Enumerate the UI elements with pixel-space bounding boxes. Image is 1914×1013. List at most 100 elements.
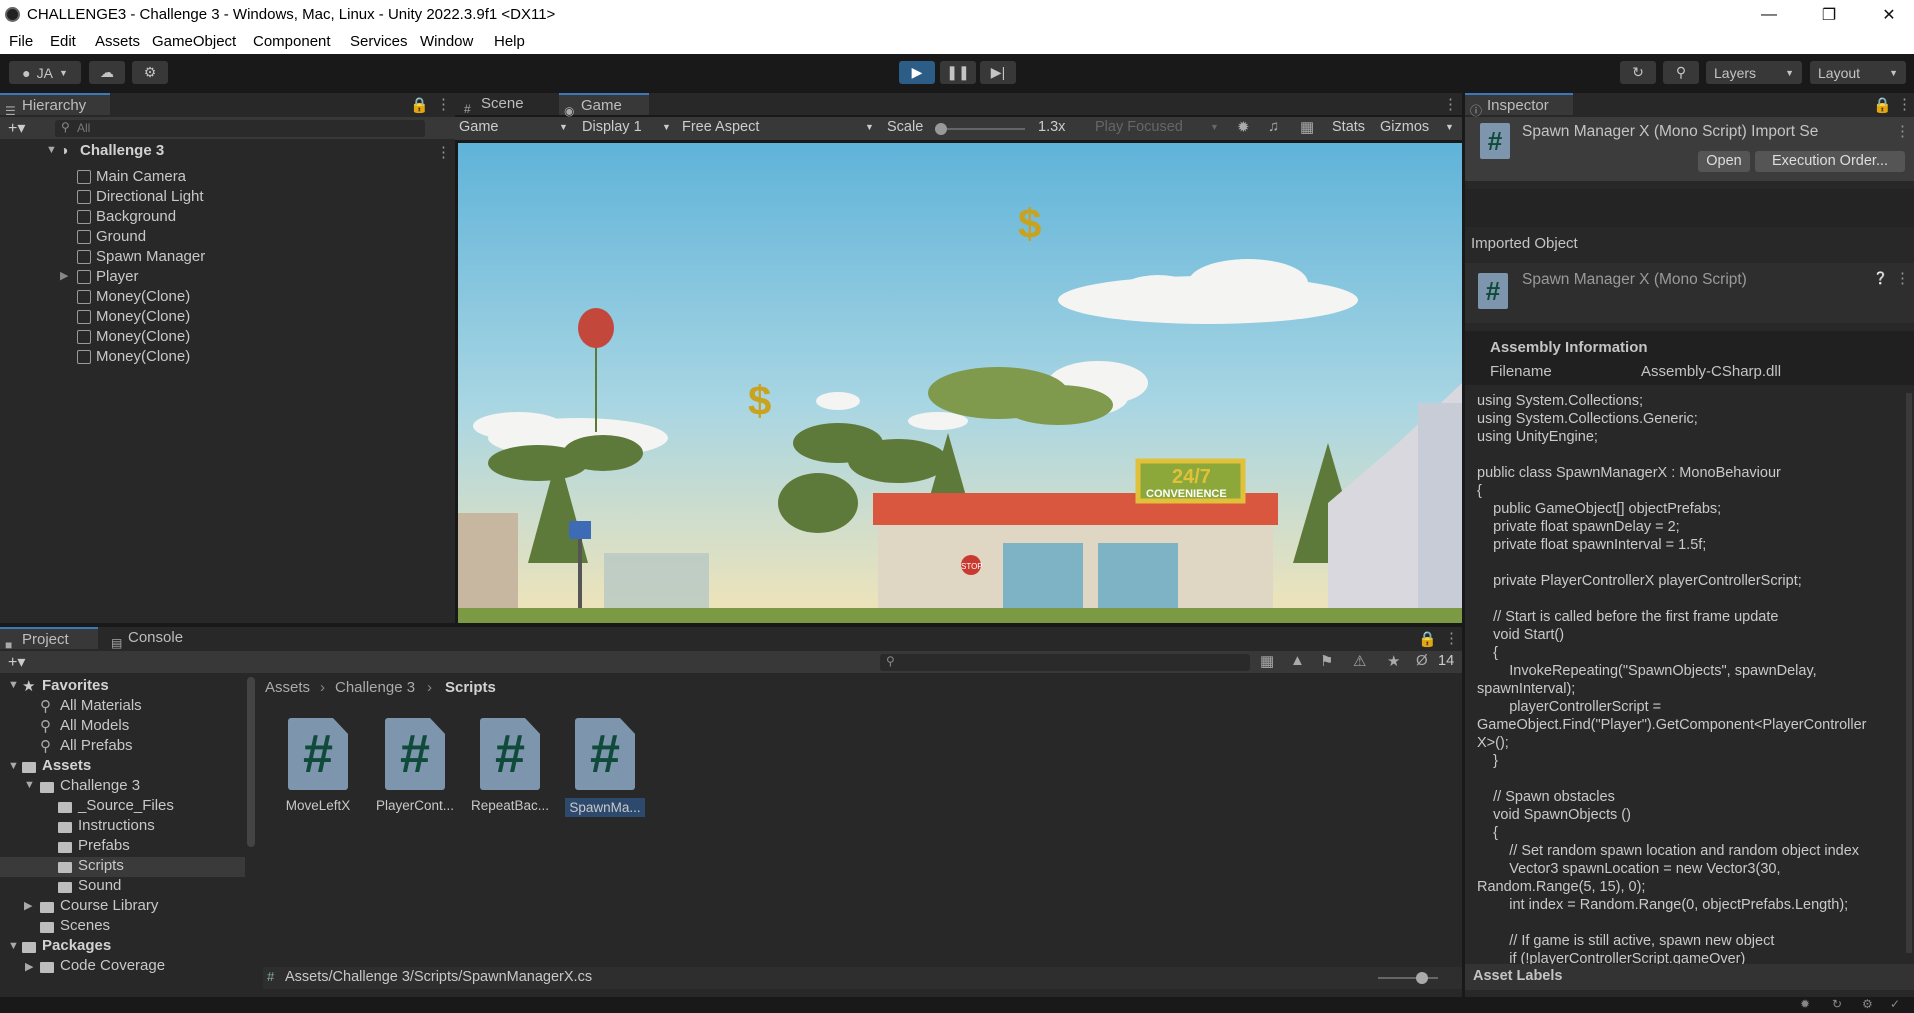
layers-dropdown[interactable]: Layers ▼	[1706, 61, 1802, 84]
account-button[interactable]: ● JA ▼	[9, 61, 81, 84]
debug-icon[interactable]: ✹	[1800, 997, 1810, 1011]
breadcrumb-challenge3[interactable]: Challenge 3	[335, 679, 415, 696]
scale-slider[interactable]	[935, 123, 1025, 135]
more-icon[interactable]: ⋮	[1895, 122, 1910, 140]
display-dropdown[interactable]: Display 1 ▼	[582, 119, 674, 135]
minimize-icon[interactable]: —	[1746, 0, 1792, 29]
scene-more-icon[interactable]: ⋮	[436, 143, 451, 161]
warning-icon[interactable]: ⚠	[1353, 652, 1366, 670]
add-icon[interactable]: +▾	[8, 652, 25, 672]
hierarchy-item[interactable]: Money(Clone)	[96, 347, 190, 367]
tab-project[interactable]: ■ Project	[0, 627, 98, 652]
pause-button[interactable]: ❚❚	[940, 61, 976, 84]
more-icon[interactable]: ⋮	[1443, 95, 1458, 113]
game-mode-dropdown[interactable]: Game ▼	[459, 119, 569, 138]
execution-order-button[interactable]: Execution Order...	[1755, 151, 1905, 172]
settings-icon[interactable]: ⚙	[1862, 997, 1873, 1011]
expand-arrow-icon[interactable]: ▼	[8, 679, 19, 691]
hierarchy-item[interactable]: Spawn Manager	[96, 247, 205, 267]
breadcrumb-scripts[interactable]: Scripts	[445, 679, 496, 696]
folder-item[interactable]: Course Library	[60, 897, 158, 914]
expand-arrow-icon[interactable]: ▶	[24, 899, 32, 912]
close-icon[interactable]: ✕	[1866, 0, 1912, 29]
folder-item[interactable]: Sound	[78, 877, 121, 894]
collab-button[interactable]: ⚙	[132, 61, 168, 84]
progress-icon[interactable]: ↻	[1832, 997, 1842, 1011]
hierarchy-item[interactable]: Directional Light	[96, 187, 204, 207]
asset-labels-bar[interactable]: Asset Labels	[1465, 964, 1914, 990]
icon-size-slider[interactable]	[1378, 972, 1438, 984]
expand-arrow-icon[interactable]: ▶	[60, 269, 68, 282]
expand-arrow-icon[interactable]: ▶	[25, 960, 33, 973]
history-button[interactable]: ↻	[1620, 61, 1656, 84]
menu-assets[interactable]: Assets	[95, 33, 140, 50]
hierarchy-item[interactable]: Money(Clone)	[96, 287, 190, 307]
favorite-item[interactable]: All Models	[60, 717, 129, 734]
hidden-packages-icon[interactable]: Ø	[1416, 652, 1428, 669]
open-button[interactable]: Open	[1698, 151, 1750, 172]
favorites-heading[interactable]: Favorites	[42, 677, 109, 694]
lock-icon[interactable]: 🔒	[1418, 630, 1437, 648]
folder-item[interactable]: _Source_Files	[78, 797, 174, 814]
folder-item[interactable]: Instructions	[78, 817, 155, 834]
play-button[interactable]: ▶	[899, 61, 935, 84]
expand-arrow-icon[interactable]: ▼	[8, 760, 19, 772]
expand-arrow-icon[interactable]: ▼	[8, 940, 19, 952]
menu-gameobject[interactable]: GameObject	[152, 33, 236, 50]
expand-arrow-icon[interactable]: ▼	[46, 144, 57, 156]
script-asset[interactable]: # PlayerCont...	[370, 718, 460, 813]
cloud-button[interactable]: ☁	[89, 61, 125, 84]
more-icon[interactable]: ⋮	[1897, 95, 1912, 113]
script-asset[interactable]: # SpawnMa...	[560, 718, 650, 817]
scale-slider-thumb[interactable]	[935, 123, 947, 135]
tree-scrollbar[interactable]	[247, 677, 255, 847]
icon-size-thumb[interactable]	[1416, 972, 1428, 984]
stats-button[interactable]: Stats	[1332, 119, 1365, 135]
folder-item[interactable]: Challenge 3	[60, 777, 140, 794]
hierarchy-item[interactable]: Ground	[96, 227, 146, 247]
hierarchy-item[interactable]: Player	[96, 267, 139, 287]
script-asset[interactable]: # MoveLeftX	[273, 718, 363, 813]
filter-icon[interactable]: ▦	[1260, 652, 1274, 670]
menu-component[interactable]: Component	[253, 33, 331, 50]
hierarchy-item[interactable]: Money(Clone)	[96, 327, 190, 347]
tab-inspector[interactable]: ⓘ Inspector	[1465, 93, 1573, 118]
hierarchy-item[interactable]: Money(Clone)	[96, 307, 190, 327]
step-button[interactable]: ▶|	[980, 61, 1016, 84]
tab-hierarchy[interactable]: ☰ Hierarchy	[0, 93, 110, 118]
aspect-dropdown[interactable]: Free Aspect ▼	[682, 119, 882, 135]
packages-heading[interactable]: Packages	[42, 937, 111, 954]
grid-icon[interactable]: ▦	[1300, 118, 1314, 136]
more-icon[interactable]: ⋮	[1444, 629, 1459, 647]
star-icon[interactable]: ★	[1387, 652, 1400, 670]
add-icon[interactable]: +▾	[8, 118, 25, 138]
project-search-input[interactable]: ⚲	[880, 654, 1250, 671]
menu-services[interactable]: Services	[350, 33, 408, 50]
label-icon[interactable]: ⚑	[1320, 652, 1333, 670]
folder-item[interactable]: Prefabs	[78, 837, 130, 854]
game-viewport[interactable]: $ $ 24/7 CONVENIENCE STOP	[458, 143, 1462, 623]
favorite-item[interactable]: All Prefabs	[60, 737, 133, 754]
script-asset[interactable]: # RepeatBac...	[465, 718, 555, 813]
lock-icon[interactable]: 🔒	[410, 96, 429, 114]
chevron-down-icon[interactable]: ▼	[1445, 122, 1454, 132]
tab-game[interactable]: ◉ Game	[559, 93, 649, 118]
more-icon[interactable]: ⋮	[1895, 269, 1910, 287]
check-icon[interactable]: ✓	[1890, 997, 1900, 1011]
more-icon[interactable]: ⋮	[436, 95, 451, 113]
menu-help[interactable]: Help	[494, 33, 525, 50]
scene-root-label[interactable]: Challenge 3	[80, 142, 164, 159]
layout-dropdown[interactable]: Layout ▼	[1810, 61, 1906, 84]
play-focused-dropdown[interactable]: Play Focused ▼	[1095, 119, 1225, 135]
audio-icon[interactable]: ♫	[1268, 118, 1279, 135]
menu-file[interactable]: File	[9, 33, 33, 50]
help-icon[interactable]: ❔	[1873, 271, 1888, 285]
menu-edit[interactable]: Edit	[50, 33, 76, 50]
package-code-coverage[interactable]: Code Coverage	[60, 957, 165, 974]
search-button[interactable]: ⚲	[1663, 61, 1699, 84]
folder-item[interactable]: Scenes	[60, 917, 110, 934]
hierarchy-search-input[interactable]: ⚲ All	[55, 120, 425, 137]
breadcrumb-assets[interactable]: Assets	[265, 679, 310, 696]
assets-heading[interactable]: Assets	[42, 757, 91, 774]
hierarchy-item[interactable]: Main Camera	[96, 167, 186, 187]
